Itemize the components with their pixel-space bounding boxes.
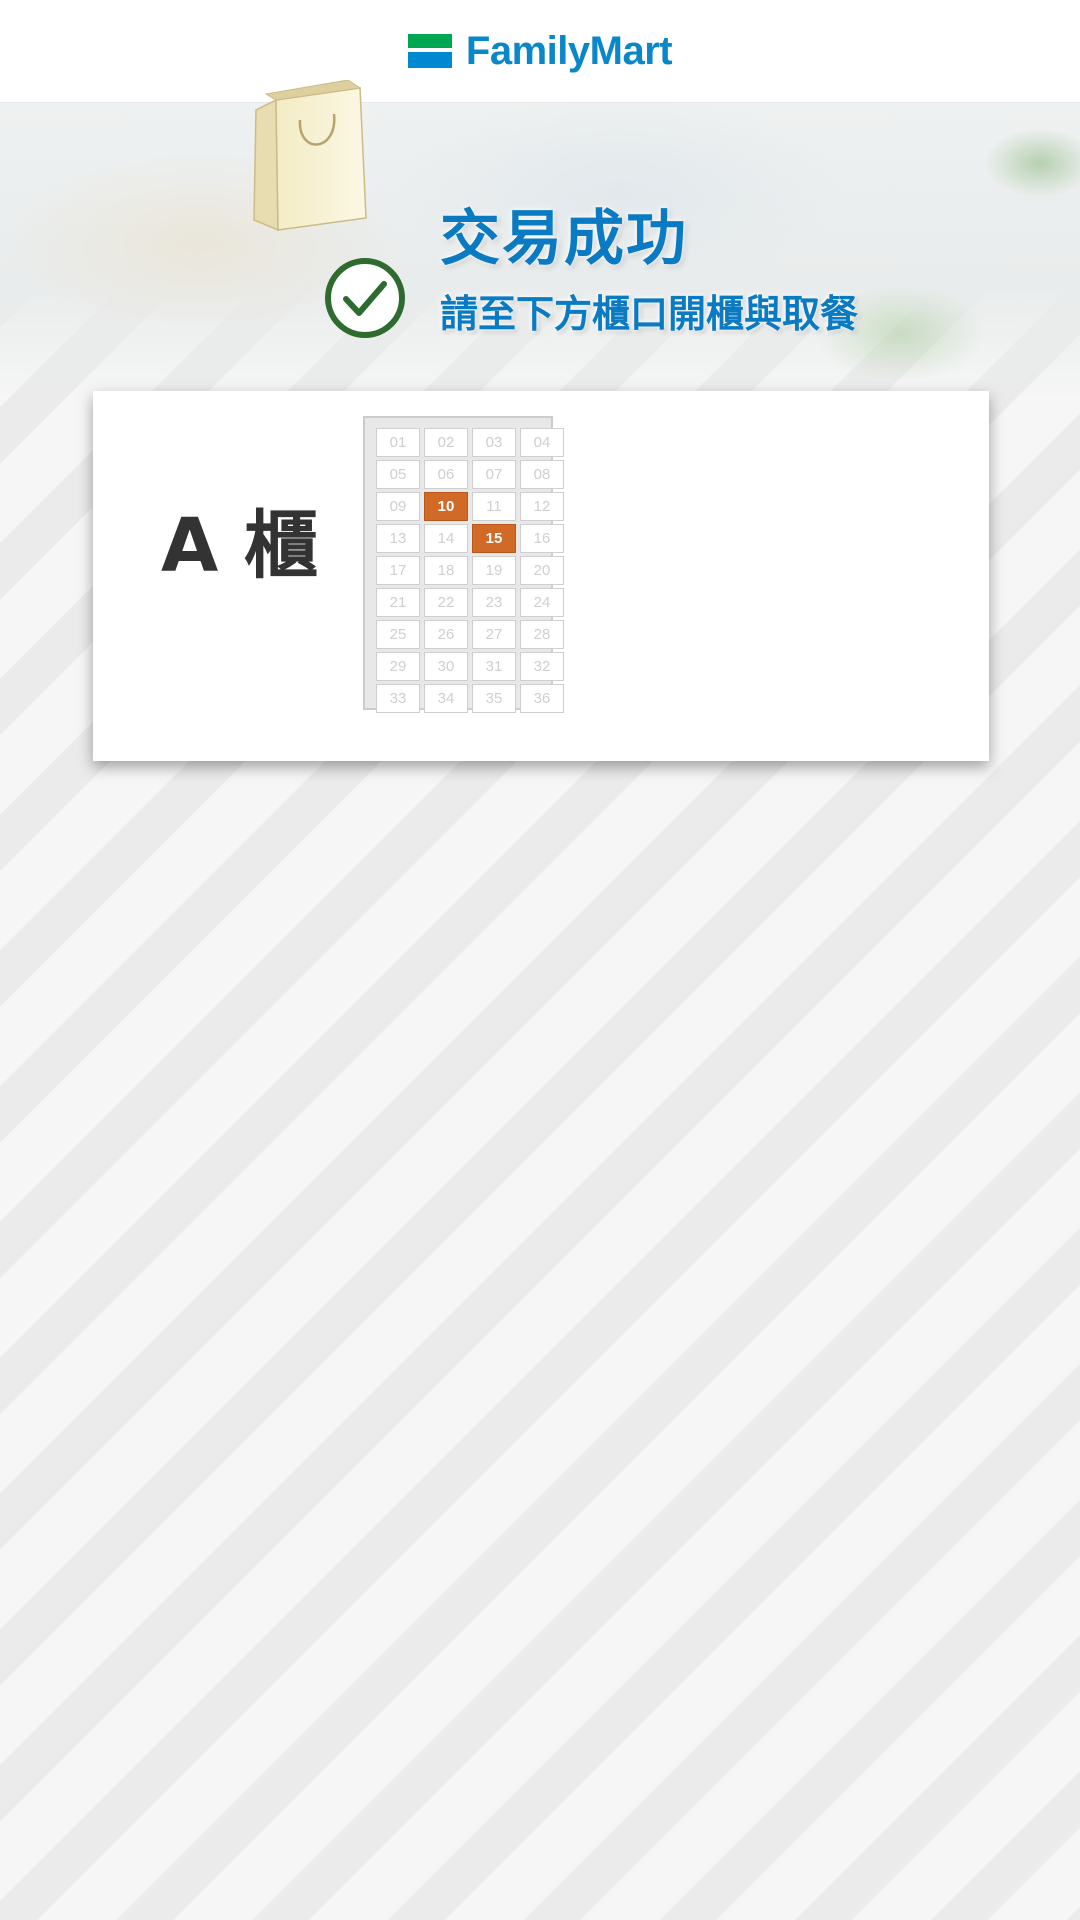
header-bar: FamilyMart: [0, 0, 1080, 103]
locker-cell: 11: [472, 492, 516, 521]
locker-cell: 30: [424, 652, 468, 681]
logo-stripes-icon: [407, 34, 452, 68]
locker-cell: 35: [472, 684, 516, 713]
locker-card: A 櫃 01 02 03 04 05 06 07 08 09 10 11 12 13 14 15 16 17 18…: [93, 391, 989, 761]
locker-cell: 08: [520, 460, 564, 489]
locker-cell: 28: [520, 620, 564, 649]
locker-cell: 20: [520, 556, 564, 585]
locker-cell: 21: [376, 588, 420, 617]
locker-cell: 14: [424, 524, 468, 553]
locker-cell: 22: [424, 588, 468, 617]
shopping-bag-icon: [253, 80, 367, 232]
brand-name: FamilyMart: [465, 28, 673, 73]
locker-cell: 18: [424, 556, 468, 585]
pickup-instruction: 請至下方櫃口開櫃與取餐: [440, 292, 859, 336]
locker-cell: 01: [376, 428, 420, 457]
locker-cell: 29: [376, 652, 420, 681]
locker-cell: 26: [424, 620, 468, 649]
locker-cell: 33: [376, 684, 420, 713]
locker-cell: 25: [376, 620, 420, 649]
locker-cell: 24: [520, 588, 564, 617]
locker-cell: 17: [376, 556, 420, 585]
locker-cell: 19: [472, 556, 516, 585]
locker-cell: 03: [472, 428, 516, 457]
locker-cell: 16: [520, 524, 564, 553]
familymart-logo: FamilyMart: [407, 28, 673, 74]
locker-cell: 05: [376, 460, 420, 489]
locker-cell-active: 15: [472, 524, 516, 553]
locker-cell: 32: [520, 652, 564, 681]
locker-cell: 36: [520, 684, 564, 713]
locker-cell: 34: [424, 684, 468, 713]
locker-cell: 31: [472, 652, 516, 681]
locker-cell: 12: [520, 492, 564, 521]
success-title: 交易成功: [440, 204, 688, 274]
locker-grid: 01 02 03 04 05 06 07 08 09 10 11 12 13 14 15 16 17 18 19 20…: [363, 416, 564, 713]
check-circle-icon: [325, 258, 405, 338]
cabinet-label: A 櫃: [161, 503, 319, 589]
locker-cell-active: 10: [424, 492, 468, 521]
locker-cell: 09: [376, 492, 420, 521]
locker-cell: 23: [472, 588, 516, 617]
locker-cell: 27: [472, 620, 516, 649]
locker-cell: 06: [424, 460, 468, 489]
locker-cell: 07: [472, 460, 516, 489]
locker-cell: 13: [376, 524, 420, 553]
locker-cell: 04: [520, 428, 564, 457]
locker-cell: 02: [424, 428, 468, 457]
